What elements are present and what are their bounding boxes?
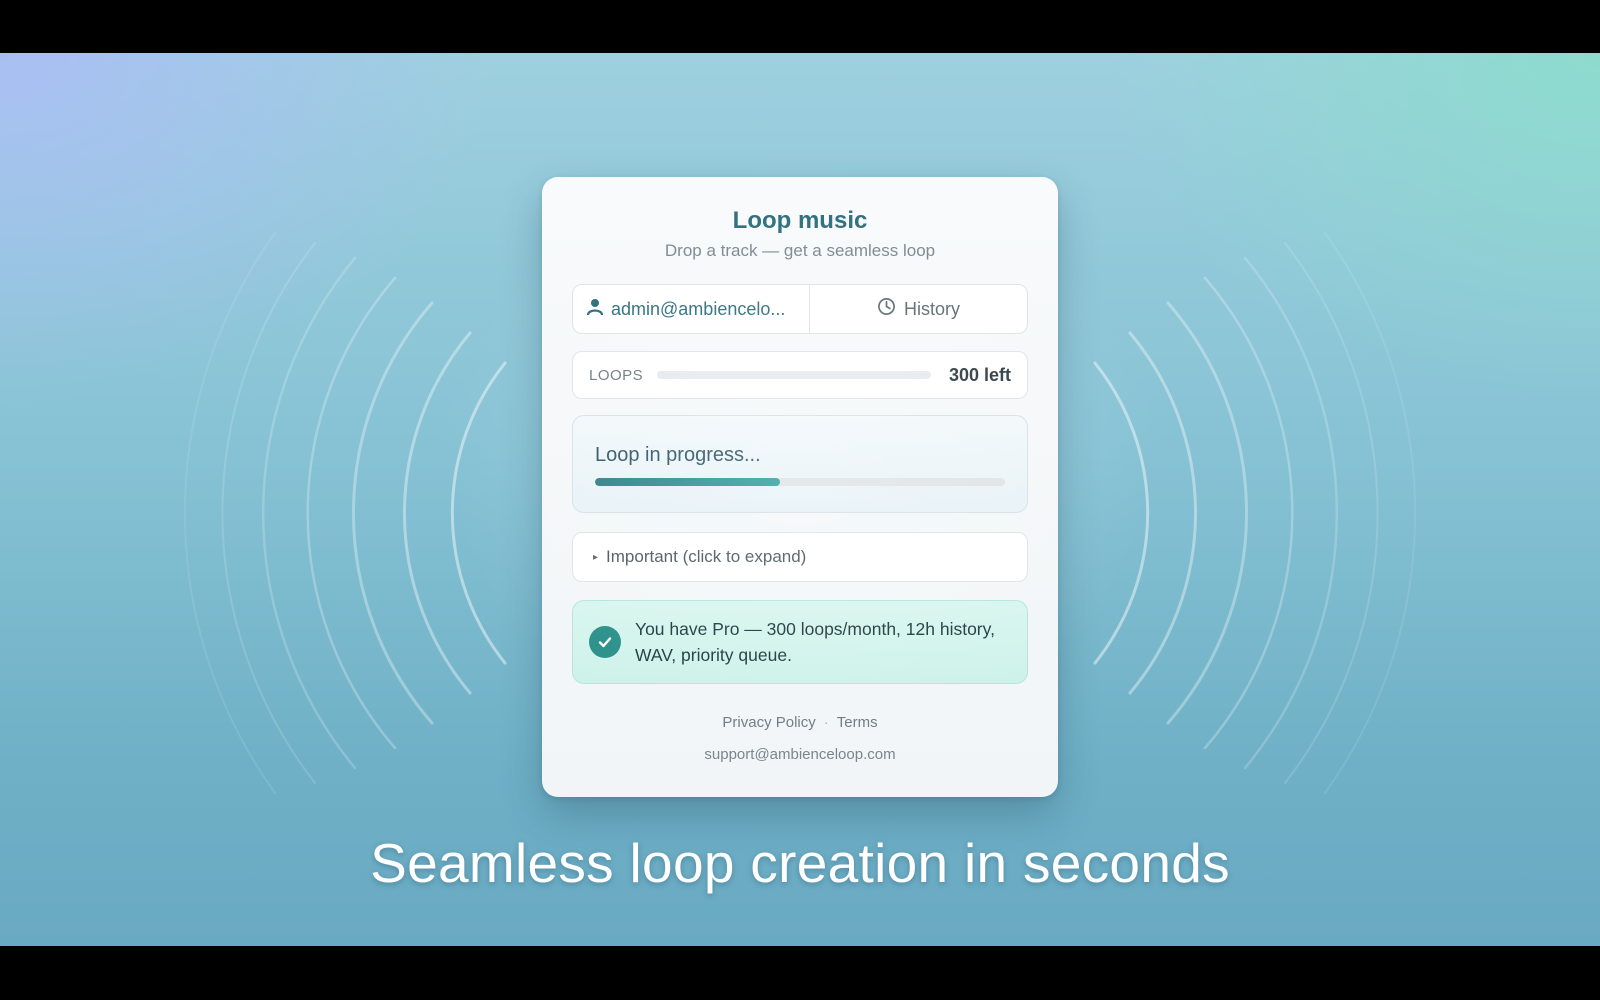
important-details-toggle[interactable]: ▸ Important (click to expand) — [572, 532, 1028, 582]
history-label: History — [903, 298, 960, 319]
footer-separator: · — [823, 714, 829, 731]
loops-remaining: 300 left — [948, 364, 1011, 385]
loops-label: LOOPS — [589, 366, 644, 384]
privacy-policy-link[interactable]: Privacy Policy — [722, 714, 815, 731]
account-button[interactable]: admin@ambiencelo... — [573, 285, 810, 333]
account-email: admin@ambiencelo... — [611, 298, 786, 319]
loop-music-card: Loop music Drop a track — get a seamless… — [542, 177, 1058, 797]
loops-meter — [657, 371, 932, 379]
terms-link[interactable]: Terms — [837, 714, 878, 731]
pro-status-banner: You have Pro — 300 loops/month, 12h hist… — [572, 600, 1028, 684]
history-button[interactable]: History — [810, 285, 1027, 333]
account-history-row: admin@ambiencelo... History — [572, 284, 1028, 334]
check-icon — [589, 626, 621, 658]
page-title: Loop music — [732, 207, 868, 234]
clock-icon — [877, 297, 896, 321]
promo-caption: Seamless loop creation in seconds — [370, 832, 1230, 894]
progress-label: Loop in progress... — [595, 444, 761, 466]
letterbox-top — [0, 0, 1600, 53]
loops-quota: LOOPS 300 left — [572, 351, 1028, 399]
details-label: Important (click to expand) — [606, 547, 807, 566]
progress-bar-fill — [595, 478, 780, 486]
background-stage: Loop music Drop a track — get a seamless… — [0, 53, 1600, 946]
support-email[interactable]: support@ambienceloop.com — [542, 746, 1058, 763]
letterbox-bottom — [0, 946, 1600, 1000]
loop-progress-panel: Loop in progress... — [572, 415, 1028, 513]
progress-bar — [595, 478, 1005, 486]
pro-message: You have Pro — 300 loops/month, 12h hist… — [635, 619, 995, 665]
footer-links: Privacy Policy · Terms — [542, 714, 1058, 731]
triangle-right-icon: ▸ — [593, 551, 599, 563]
page-subtitle: Drop a track — get a seamless loop — [664, 241, 936, 260]
user-icon — [586, 298, 604, 321]
